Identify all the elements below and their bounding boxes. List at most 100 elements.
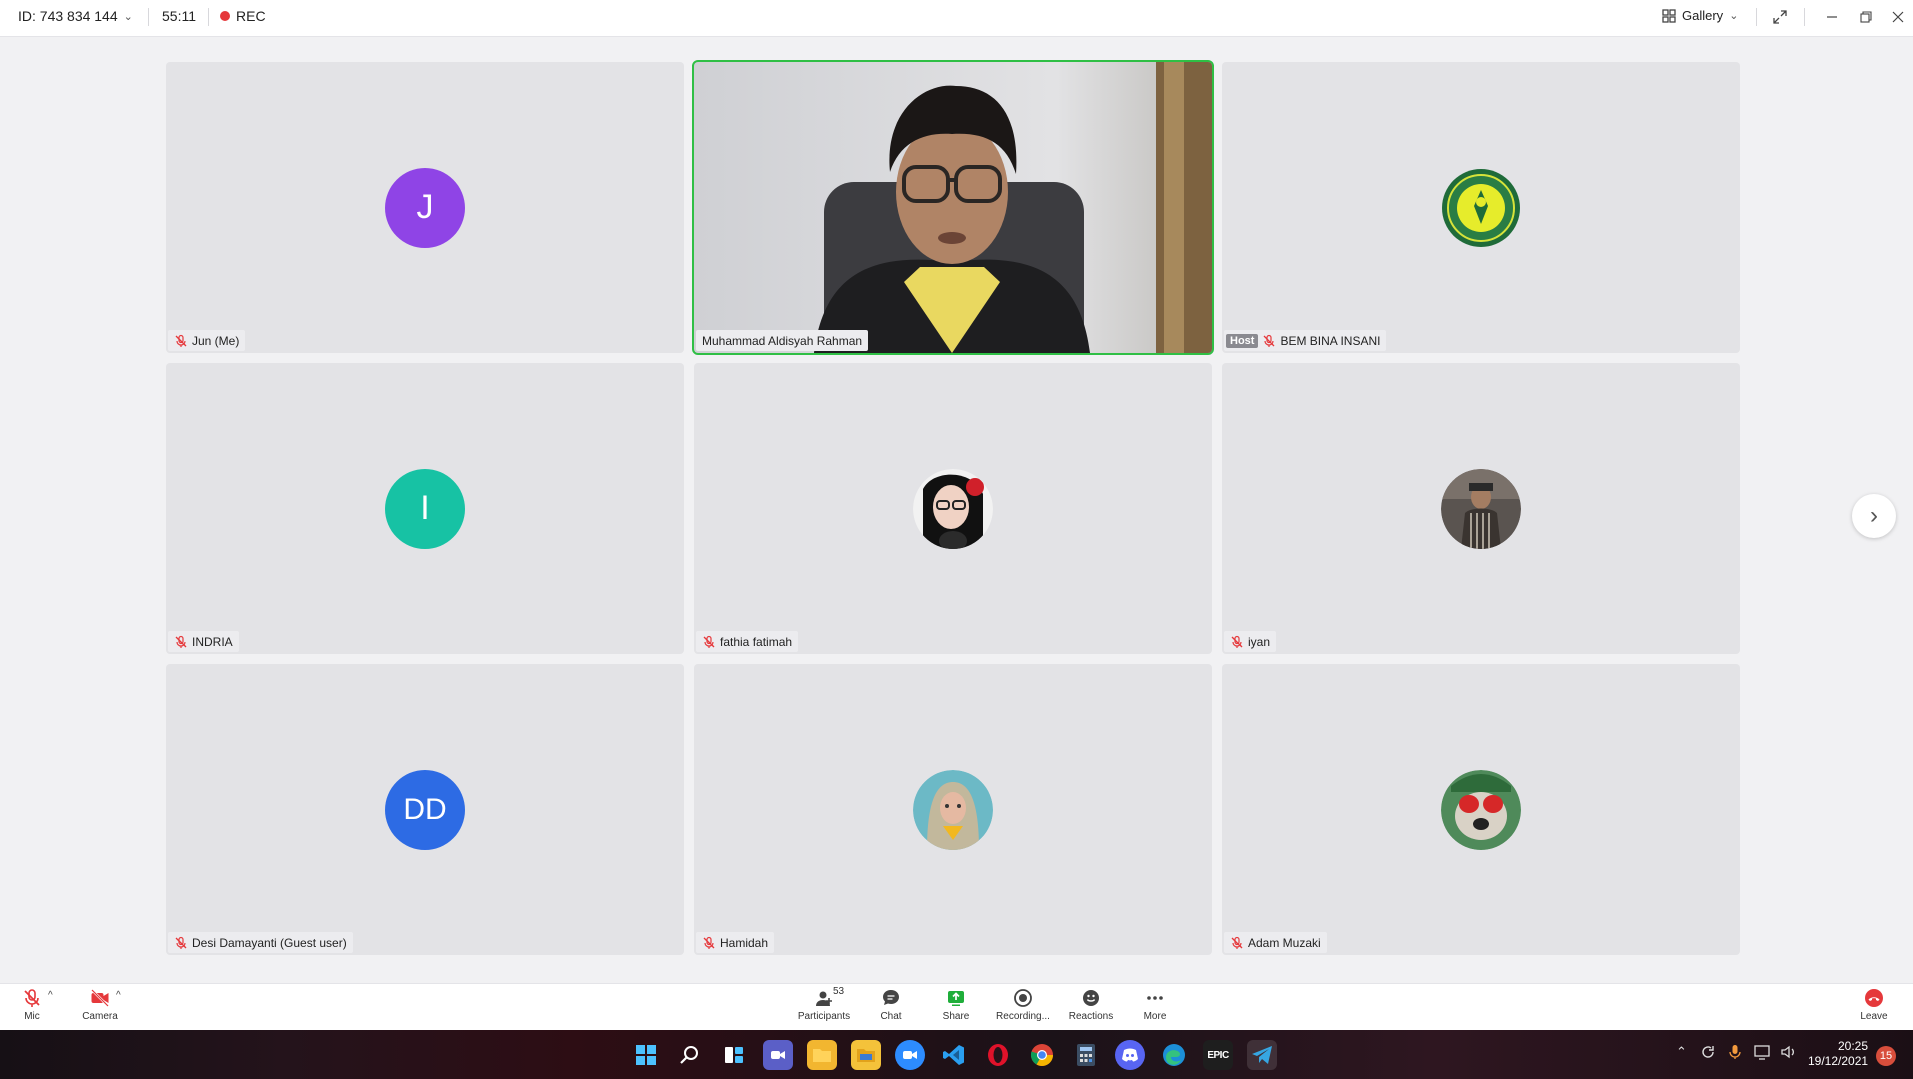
participants-button[interactable]: Participants <box>789 988 859 1022</box>
meeting-id-dropdown[interactable]: ID: 743 834 144 ⌄ <box>18 8 133 24</box>
minimize-icon <box>1827 16 1837 18</box>
meeting-controls-toolbar: Mic ^ Camera ^ Participants 53 Chat Shar… <box>0 983 1913 1030</box>
view-mode-dropdown[interactable]: Gallery ⌄ <box>1662 8 1738 23</box>
start-windows-icon[interactable] <box>631 1040 661 1070</box>
system-clock[interactable]: 20:25 19/12/2021 <box>1808 1039 1868 1069</box>
participant-tile-active-speaker[interactable]: Muhammad Aldisyah Rahman <box>692 60 1214 355</box>
chrome-icon[interactable] <box>1027 1040 1057 1070</box>
network-icon[interactable] <box>1754 1044 1772 1063</box>
divider <box>1756 8 1757 26</box>
organization-logo-avatar <box>1442 168 1520 247</box>
participants-label: Participants <box>797 1011 851 1022</box>
mic-options-caret[interactable]: ^ <box>48 990 53 1001</box>
reactions-button[interactable]: Reactions <box>1056 988 1126 1022</box>
share-screen-button[interactable]: Share <box>921 988 991 1022</box>
epic-games-icon[interactable]: EPIC <box>1203 1040 1233 1070</box>
chat-icon <box>883 990 899 1005</box>
participant-name: Adam Muzaki <box>1248 935 1321 950</box>
profile-photo-avatar <box>1441 468 1521 549</box>
participant-tile[interactable]: fathia fatimah <box>694 363 1212 654</box>
smiley-icon <box>1083 990 1099 1006</box>
divider <box>1804 8 1805 26</box>
tray-mic-icon[interactable] <box>1728 1044 1742 1063</box>
vscode-icon[interactable] <box>939 1040 969 1070</box>
opera-browser-icon[interactable] <box>983 1040 1013 1070</box>
notification-badge[interactable]: 15 <box>1876 1046 1896 1066</box>
divider <box>208 8 209 26</box>
profile-photo-avatar <box>1441 769 1521 850</box>
view-mode-label: Gallery <box>1682 8 1724 23</box>
participant-name: iyan <box>1248 634 1271 649</box>
chevron-down-icon: ⌄ <box>123 10 133 23</box>
discord-logo-icon <box>1122 1048 1138 1062</box>
participant-name-tag: Host BEM BINA INSANI <box>1224 330 1387 351</box>
recording-label: Recording... <box>996 1011 1050 1022</box>
participant-name-tag: Jun (Me) <box>168 330 246 351</box>
minimize-button[interactable] <box>1818 6 1846 28</box>
sync-icon[interactable] <box>1700 1044 1716 1063</box>
folder-icon <box>813 1049 831 1062</box>
task-view-icon[interactable] <box>719 1040 749 1070</box>
speaker-icon <box>1781 1045 1794 1059</box>
share-label: Share <box>942 1011 970 1022</box>
close-button[interactable] <box>1884 6 1912 28</box>
volume-icon[interactable] <box>1780 1044 1798 1063</box>
camera-button[interactable]: Camera <box>65 988 135 1022</box>
chevron-down-icon: ⌄ <box>1729 10 1739 22</box>
chevron-right-icon: › <box>1870 502 1878 529</box>
participant-tile[interactable]: J Jun (Me) <box>166 62 684 353</box>
leave-button[interactable]: Leave <box>1839 988 1909 1022</box>
participant-tile[interactable]: Adam Muzaki <box>1222 664 1740 955</box>
paper-plane-icon <box>1252 1046 1272 1064</box>
mic-muted-icon <box>175 936 187 949</box>
next-page-button[interactable]: › <box>1852 494 1896 538</box>
fullscreen-button[interactable] <box>1766 6 1794 28</box>
participant-name-tag: Adam Muzaki <box>1224 932 1327 953</box>
participant-name: fathia fatimah <box>720 634 793 649</box>
participant-tile[interactable]: iyan <box>1222 363 1740 654</box>
participant-name: Muhammad Aldisyah Rahman <box>702 333 863 348</box>
epic-label: EPIC <box>1207 1049 1229 1061</box>
file-explorer-icon[interactable] <box>807 1040 837 1070</box>
profile-photo-avatar <box>913 769 993 850</box>
participant-name: BEM BINA INSANI <box>1280 333 1381 348</box>
participant-name: Jun (Me) <box>192 333 240 348</box>
participant-name-tag: iyan <box>1224 631 1277 652</box>
participant-tile[interactable]: Hamidah <box>694 664 1212 955</box>
close-icon <box>1892 11 1904 23</box>
record-icon <box>1014 989 1032 1007</box>
mic-button[interactable]: Mic <box>0 988 67 1022</box>
participant-name: Hamidah <box>720 935 769 950</box>
camera-off-icon <box>91 989 109 1007</box>
zoom-app-icon[interactable] <box>895 1040 925 1070</box>
recording-button[interactable]: Recording... <box>988 988 1058 1022</box>
record-dot-icon <box>220 11 230 21</box>
chat-label: Chat <box>880 1011 902 1022</box>
calculator-icon[interactable] <box>1071 1040 1101 1070</box>
telegram-icon[interactable] <box>1247 1040 1277 1070</box>
meeting-top-bar: ID: 743 834 144 ⌄ 55:11 REC Gallery ⌄ <box>0 0 1913 37</box>
camera-label: Camera <box>82 1011 118 1022</box>
participant-name-tag: fathia fatimah <box>696 631 799 652</box>
teams-chat-icon[interactable] <box>763 1040 793 1070</box>
discord-icon[interactable] <box>1115 1040 1145 1070</box>
clock-time: 20:25 <box>1837 1039 1868 1053</box>
chat-button[interactable]: Chat <box>856 988 926 1022</box>
avatar: I <box>385 468 465 549</box>
restore-button[interactable] <box>1852 6 1880 28</box>
folder-open-icon <box>857 1049 875 1062</box>
participant-tile[interactable]: I INDRIA <box>166 363 684 654</box>
tray-overflow-chevron-icon[interactable]: ⌃ <box>1676 1044 1687 1060</box>
participant-name-tag: Desi Damayanti (Guest user) <box>168 932 353 953</box>
mic-muted-icon <box>175 635 187 648</box>
camera-options-caret[interactable]: ^ <box>116 990 121 1001</box>
mic-muted-icon <box>175 334 187 347</box>
host-badge: Host <box>1226 333 1259 348</box>
participant-tile[interactable]: DD Desi Damayanti (Guest user) <box>166 664 684 955</box>
recording-indicator[interactable]: REC <box>220 8 266 24</box>
edge-browser-icon[interactable] <box>1159 1040 1189 1070</box>
search-icon[interactable] <box>675 1040 705 1070</box>
participant-tile[interactable]: Host BEM BINA INSANI <box>1222 62 1740 353</box>
more-button[interactable]: More <box>1120 988 1190 1022</box>
file-manager-icon[interactable] <box>851 1040 881 1070</box>
